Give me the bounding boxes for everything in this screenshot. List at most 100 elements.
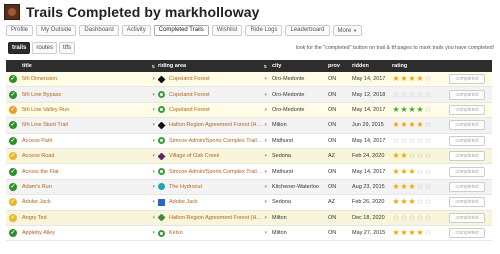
chevron-down-icon[interactable]: ▾ <box>264 169 267 175</box>
star-icon[interactable]: ☆ <box>424 229 432 237</box>
chevron-down-icon[interactable]: ▾ <box>152 92 155 98</box>
trail-title-link[interactable]: Angry Ted <box>22 215 47 221</box>
trail-title-link[interactable]: 5th Line Bypass <box>22 92 61 98</box>
star-icon[interactable]: ★ <box>416 229 424 237</box>
star-icon[interactable]: ★ <box>392 182 400 191</box>
riding-area-link[interactable]: Village of Oak Creek <box>169 153 219 159</box>
subtab-ttfs[interactable]: ttfs <box>59 42 76 54</box>
star-icon[interactable]: ★ <box>400 105 408 114</box>
trail-title-link[interactable]: Access Path <box>22 138 53 144</box>
chevron-down-icon[interactable]: ▾ <box>152 230 155 236</box>
column-prov[interactable]: prov <box>326 63 350 69</box>
trail-title-link[interactable]: Adobe Jack <box>22 199 51 205</box>
tab-activity[interactable]: Activity <box>121 25 151 36</box>
completed-button[interactable]: completed <box>449 151 485 162</box>
chevron-down-icon[interactable]: ▾ <box>264 138 267 144</box>
star-icon[interactable]: ☆ <box>408 90 416 99</box>
rating-stars[interactable]: ★ ★ ★ ★ ☆ <box>390 75 442 83</box>
subtab-trails[interactable]: trails <box>8 42 31 54</box>
chevron-down-icon[interactable]: ▾ <box>152 153 155 159</box>
star-icon[interactable]: ★ <box>400 75 408 83</box>
star-icon[interactable]: ☆ <box>408 213 416 222</box>
star-icon[interactable]: ☆ <box>400 213 408 222</box>
completed-button[interactable]: completed <box>449 166 485 177</box>
column-riding-area[interactable]: riding area ⇅ <box>158 63 270 69</box>
rating-stars[interactable]: ☆ ☆ ☆ ☆ ☆ <box>390 136 442 145</box>
rating-stars[interactable]: ★ ★ ★ ☆ ☆ <box>390 198 442 206</box>
star-icon[interactable]: ☆ <box>392 136 400 145</box>
trail-title-link[interactable]: Adam's Run <box>22 184 52 190</box>
star-icon[interactable]: ☆ <box>416 90 424 99</box>
star-icon[interactable]: ★ <box>400 229 408 237</box>
star-icon[interactable]: ☆ <box>424 90 432 99</box>
star-icon[interactable]: ★ <box>400 167 408 176</box>
column-city[interactable]: city <box>270 63 326 69</box>
riding-area-link[interactable]: The Hydrocut <box>169 184 202 190</box>
chevron-down-icon[interactable]: ▾ <box>264 122 267 128</box>
star-icon[interactable]: ☆ <box>424 213 432 222</box>
chevron-down-icon[interactable]: ▾ <box>152 138 155 144</box>
star-icon[interactable]: ☆ <box>416 152 424 160</box>
trail-title-link[interactable]: Across the Flat <box>22 169 59 175</box>
star-icon[interactable]: ★ <box>400 152 408 160</box>
star-icon[interactable]: ★ <box>392 167 400 176</box>
chevron-down-icon[interactable]: ▾ <box>264 184 267 190</box>
chevron-down-icon[interactable]: ▾ <box>264 199 267 205</box>
completed-button[interactable]: completed <box>449 104 485 115</box>
chevron-down-icon[interactable]: ▾ <box>152 76 155 82</box>
chevron-down-icon[interactable]: ▾ <box>152 199 155 205</box>
riding-area-link[interactable]: Adobe Jack <box>169 199 198 205</box>
completed-button[interactable]: completed <box>449 212 485 223</box>
star-icon[interactable]: ☆ <box>424 167 432 176</box>
rating-stars[interactable]: ☆ ☆ ☆ ☆ ☆ <box>390 90 442 99</box>
star-icon[interactable]: ☆ <box>424 75 432 83</box>
star-icon[interactable]: ☆ <box>416 213 424 222</box>
trail-title-link[interactable]: 5th Line Valley Run <box>22 107 69 113</box>
star-icon[interactable]: ☆ <box>416 182 424 191</box>
chevron-down-icon[interactable]: ▾ <box>152 169 155 175</box>
star-icon[interactable]: ★ <box>416 75 424 83</box>
star-icon[interactable]: ★ <box>408 229 416 237</box>
star-icon[interactable]: ★ <box>408 182 416 191</box>
completed-button[interactable]: completed <box>449 228 485 239</box>
rating-stars[interactable]: ★ ★ ★ ★ ☆ <box>390 229 442 237</box>
star-icon[interactable]: ★ <box>392 105 400 114</box>
column-title[interactable]: title ⇅ <box>20 63 158 69</box>
star-icon[interactable]: ★ <box>416 105 424 114</box>
column-ridden[interactable]: ridden <box>350 63 390 69</box>
subtab-routes[interactable]: routes <box>32 42 58 54</box>
chevron-down-icon[interactable]: ▾ <box>264 230 267 236</box>
rating-stars[interactable]: ★ ★ ☆ ☆ ☆ <box>390 152 442 160</box>
star-icon[interactable]: ★ <box>408 167 416 176</box>
trail-title-link[interactable]: Access Road <box>22 153 54 159</box>
trail-title-link[interactable]: 6th Line Stunt Trail <box>22 122 68 128</box>
star-icon[interactable]: ★ <box>400 198 408 206</box>
star-icon[interactable]: ☆ <box>392 90 400 99</box>
riding-area-link[interactable]: Simcoe Admin/Sports Complex Trail A... <box>169 138 262 144</box>
tab-my-outside[interactable]: My Outside <box>36 25 77 36</box>
star-icon[interactable]: ★ <box>392 75 400 83</box>
chevron-down-icon[interactable]: ▾ <box>264 153 267 159</box>
rating-stars[interactable]: ★ ★ ★ ★ ☆ <box>390 121 442 129</box>
star-icon[interactable]: ★ <box>392 121 400 129</box>
tab-ride-logs[interactable]: Ride Logs <box>245 25 283 36</box>
tab-profile[interactable]: Profile <box>6 25 34 36</box>
riding-area-link[interactable]: Halton Region Agreement Forest (HA... <box>169 122 262 128</box>
star-icon[interactable]: ☆ <box>416 136 424 145</box>
riding-area-link[interactable]: Kelso <box>169 230 183 236</box>
star-icon[interactable]: ★ <box>408 198 416 206</box>
trail-title-link[interactable]: 5th Dimension <box>22 76 57 82</box>
star-icon[interactable]: ★ <box>392 198 400 206</box>
rating-stars[interactable]: ☆ ☆ ☆ ☆ ☆ <box>390 213 442 222</box>
star-icon[interactable]: ☆ <box>408 152 416 160</box>
completed-button[interactable]: completed <box>449 135 485 146</box>
star-icon[interactable]: ★ <box>392 152 400 160</box>
star-icon[interactable]: ☆ <box>400 90 408 99</box>
riding-area-link[interactable]: Copeland Forest <box>169 92 210 98</box>
star-icon[interactable]: ★ <box>400 121 408 129</box>
chevron-down-icon[interactable]: ▾ <box>152 215 155 221</box>
rating-stars[interactable]: ★ ★ ★ ☆ ☆ <box>390 182 442 191</box>
star-icon[interactable]: ☆ <box>400 136 408 145</box>
rating-stars[interactable]: ★ ★ ★ ★ ☆ <box>390 105 442 114</box>
tab-wishlist[interactable]: Wishlist <box>211 25 243 36</box>
